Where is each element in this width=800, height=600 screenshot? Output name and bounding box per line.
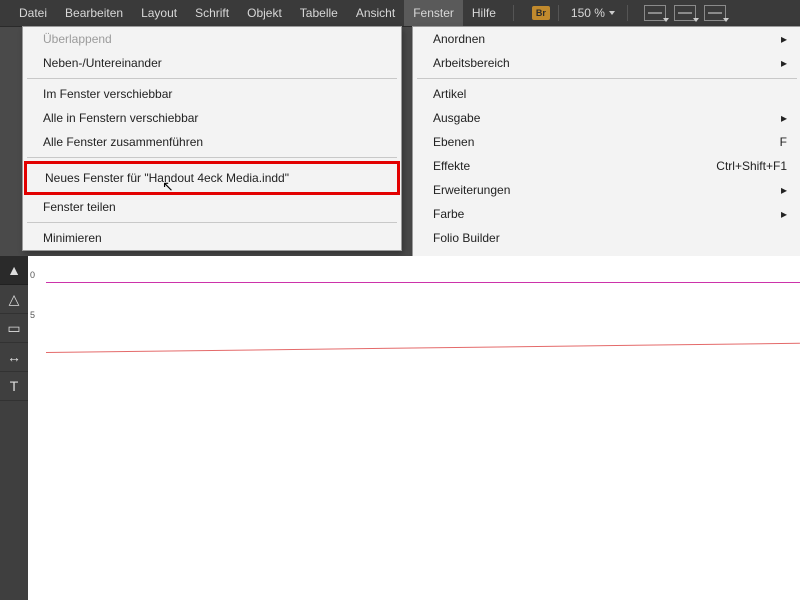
menu-separator: [27, 78, 397, 79]
chevron-right-icon: ▸: [781, 55, 787, 71]
menu-bearbeiten[interactable]: Bearbeiten: [56, 0, 132, 26]
gap-tool-icon[interactable]: ↔: [0, 343, 28, 372]
document-canvas[interactable]: [46, 274, 800, 600]
menuitem-anordnen[interactable]: Anordnen▸: [413, 27, 800, 51]
menuitem-minimize[interactable]: Minimieren: [23, 226, 401, 250]
zoom-dropdown[interactable]: 150 %: [567, 6, 619, 20]
ruler-tick: 5: [30, 310, 35, 320]
menubar-separator: [627, 5, 628, 21]
menu-fenster[interactable]: Fenster: [404, 0, 463, 26]
window-arrange-submenu: Überlappend Neben-/Untereinander Im Fens…: [22, 26, 402, 251]
guide-line[interactable]: [46, 282, 800, 283]
menubar: Datei Bearbeiten Layout Schrift Objekt T…: [0, 0, 800, 27]
menuitem-float-in-window[interactable]: Im Fenster verschiebbar: [23, 82, 401, 106]
menuitem-new-window-for[interactable]: Neues Fenster für "Handout 4eck Media.in…: [24, 161, 400, 195]
menu-layout[interactable]: Layout: [132, 0, 186, 26]
menuitem-ausgabe[interactable]: Ausgabe▸: [413, 106, 800, 130]
tools-panel: ▲ △ ▭ ↔ T: [0, 256, 29, 600]
bridge-badge[interactable]: Br: [532, 6, 550, 20]
menuitem-tile[interactable]: Neben-/Untereinander: [23, 51, 401, 75]
shortcut-text: Ctrl+Shift+F1: [716, 158, 787, 174]
chevron-right-icon: ▸: [781, 31, 787, 47]
menuitem-folio-builder[interactable]: Folio Builder: [413, 226, 800, 250]
menubar-separator: [558, 5, 559, 21]
menuitem-consolidate[interactable]: Alle Fenster zusammenführen: [23, 130, 401, 154]
chevron-right-icon: ▸: [781, 206, 787, 222]
menu-ansicht[interactable]: Ansicht: [347, 0, 404, 26]
type-tool-icon[interactable]: T: [0, 372, 28, 401]
selection-tool-icon[interactable]: ▲: [0, 256, 28, 285]
menuitem-effekte[interactable]: EffekteCtrl+Shift+F1: [413, 154, 800, 178]
menuitem-arbeitsbereich[interactable]: Arbeitsbereich▸: [413, 51, 800, 75]
menu-separator: [27, 222, 397, 223]
menu-tabelle[interactable]: Tabelle: [291, 0, 347, 26]
direct-select-tool-icon[interactable]: △: [0, 285, 28, 314]
shortcut-text: F: [780, 134, 787, 150]
menuitem-overlap[interactable]: Überlappend: [23, 27, 401, 51]
menuitem-ebenen[interactable]: EbenenF: [413, 130, 800, 154]
menu-separator: [27, 157, 397, 158]
menu-objekt[interactable]: Objekt: [238, 0, 291, 26]
path-line[interactable]: [46, 343, 800, 353]
menu-separator: [417, 78, 797, 79]
menu-schrift[interactable]: Schrift: [186, 0, 238, 26]
view-mode-icon-3[interactable]: [704, 5, 726, 21]
zoom-value: 150 %: [571, 6, 605, 20]
menuitem-artikel[interactable]: Artikel: [413, 82, 800, 106]
menuitem-float-all[interactable]: Alle in Fenstern verschiebbar: [23, 106, 401, 130]
menubar-separator: [513, 5, 514, 21]
menu-hilfe[interactable]: Hilfe: [463, 0, 505, 26]
menuitem-farbe[interactable]: Farbe▸: [413, 202, 800, 226]
view-mode-icon-2[interactable]: [674, 5, 696, 21]
chevron-right-icon: ▸: [781, 110, 787, 126]
ruler-tick: 0: [30, 270, 35, 280]
page-tool-icon[interactable]: ▭: [0, 314, 28, 343]
menu-datei[interactable]: Datei: [10, 0, 56, 26]
ruler-horizontal[interactable]: [46, 256, 800, 275]
menuitem-erweiterungen[interactable]: Erweiterungen▸: [413, 178, 800, 202]
view-mode-icon-1[interactable]: [644, 5, 666, 21]
chevron-down-icon: [609, 11, 615, 15]
ruler-vertical[interactable]: 0 5: [28, 256, 47, 600]
chevron-right-icon: ▸: [781, 182, 787, 198]
menuitem-split-window[interactable]: Fenster teilen: [23, 195, 401, 219]
